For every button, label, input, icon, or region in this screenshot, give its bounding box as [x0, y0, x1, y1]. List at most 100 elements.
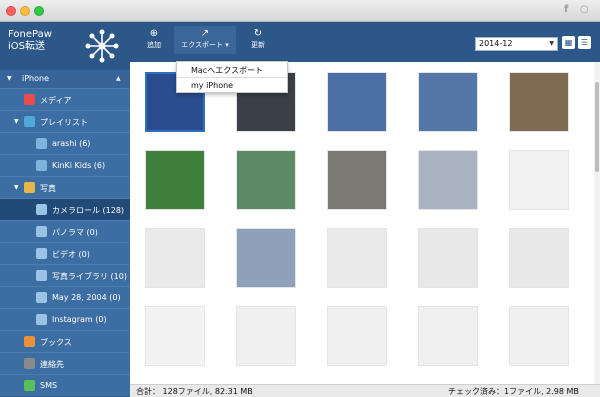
sidebar-item-label: パノラマ (0): [52, 228, 98, 237]
sidebar-item[interactable]: カメラロール (128): [0, 198, 130, 220]
sidebar-item-label: ビデオ (0): [52, 250, 90, 259]
device-expand-icon[interactable]: ▼: [7, 75, 12, 82]
sidebar-item-label: プレイリスト: [40, 118, 88, 127]
eject-icon[interactable]: ▲: [116, 75, 121, 82]
sidebar-item-icon: [24, 94, 35, 105]
sidebar-item-label: May 28, 2004 (0): [52, 293, 121, 302]
photo-thumbnail[interactable]: [509, 228, 569, 288]
zoom-window-button[interactable]: [34, 6, 44, 16]
photo-thumbnail[interactable]: [327, 306, 387, 366]
sidebar-item-icon: [24, 358, 35, 369]
scrollbar-thumb[interactable]: [595, 82, 599, 172]
export-dropdown-menu: Macへエクスポート my iPhone: [176, 61, 288, 93]
sidebar-item[interactable]: SMS: [0, 374, 130, 396]
sidebar-item[interactable]: パノラマ (0): [0, 220, 130, 242]
grid-view-button[interactable]: ▦: [562, 36, 575, 49]
sidebar-item[interactable]: May 28, 2004 (0): [0, 286, 130, 308]
photo-thumbnail[interactable]: [236, 306, 296, 366]
sidebar-item-icon: [24, 182, 35, 193]
dropdown-caret-icon: ▾: [223, 41, 229, 49]
list-view-button[interactable]: ☰: [578, 36, 591, 49]
facebook-icon[interactable]: f: [564, 4, 568, 15]
sidebar-item[interactable]: ブックス: [0, 330, 130, 352]
window-titlebar: f ○: [0, 0, 600, 22]
device-row[interactable]: ▼ iPhone ▲: [0, 70, 130, 88]
sidebar-item[interactable]: 連絡先: [0, 352, 130, 374]
close-window-button[interactable]: [6, 6, 16, 16]
menu-divider: [177, 77, 287, 78]
photo-thumbnail[interactable]: [327, 228, 387, 288]
refresh-button[interactable]: ↻ 更新: [248, 28, 268, 50]
export-icon: ↗: [200, 28, 210, 39]
app-logo-icon: [85, 29, 119, 63]
photo-thumbnail[interactable]: [509, 306, 569, 366]
scrollbar[interactable]: [594, 62, 600, 384]
sidebar-item[interactable]: ▼ 写真: [0, 176, 130, 198]
plus-icon: ⊕: [149, 28, 159, 39]
sidebar-item-label: KinKi Kids (6): [52, 161, 106, 170]
sidebar-item-icon: [24, 380, 35, 391]
sidebar-item-label: SMS: [40, 381, 58, 390]
sidebar-item-label: 写真: [40, 184, 56, 193]
photo-thumbnail[interactable]: [418, 150, 478, 210]
sidebar-item[interactable]: 写真ライブラリ (10): [0, 264, 130, 286]
photo-thumbnail[interactable]: [236, 228, 296, 288]
date-filter-select[interactable]: 2014-12 ▼: [475, 37, 558, 51]
sidebar: FonePaw iOS転送 ▼ iPhone ▲ メディア ▼ プレイリスト aras…: [0, 22, 130, 397]
sidebar-item-icon: [36, 292, 47, 303]
status-bar: 合計： 128ファイル, 82.31 MB チェック済み：1ファイル, 2.98…: [130, 384, 600, 397]
sidebar-item-icon: [36, 138, 47, 149]
sidebar-item-icon: [36, 226, 47, 237]
menu-item-export-mac[interactable]: Macへエクスポート: [191, 65, 263, 76]
sidebar-item-icon: [36, 248, 47, 259]
sidebar-item[interactable]: KinKi Kids (6): [0, 154, 130, 176]
sidebar-item-label: arashi (6): [52, 139, 91, 148]
brand-header: FonePaw iOS転送: [0, 22, 130, 70]
add-label: 追加: [147, 41, 161, 49]
photo-thumbnail[interactable]: [327, 150, 387, 210]
sidebar-item[interactable]: メディア: [0, 88, 130, 110]
sidebar-item-icon: [36, 314, 47, 325]
photo-thumbnail[interactable]: [236, 150, 296, 210]
status-checked: チェック済み：1ファイル, 2.98 MB: [448, 387, 579, 396]
chat-bubble-icon[interactable]: ○: [580, 4, 589, 15]
sidebar-item-label: 連絡先: [40, 360, 64, 369]
photo-thumbnail[interactable]: [418, 228, 478, 288]
photo-thumbnail[interactable]: [145, 150, 205, 210]
refresh-label: 更新: [251, 41, 265, 49]
photo-grid: [130, 62, 600, 384]
sidebar-item[interactable]: arashi (6): [0, 132, 130, 154]
sidebar-item-label: ブックス: [40, 338, 72, 347]
minimize-window-button[interactable]: [20, 6, 30, 16]
sidebar-item-icon: [36, 204, 47, 215]
photo-thumbnail[interactable]: [418, 306, 478, 366]
export-button[interactable]: ↗ エクスポート ▾: [174, 26, 236, 54]
app-title-line2: iOS転送: [8, 41, 45, 52]
chevron-down-icon: ▼: [549, 40, 554, 47]
sidebar-item[interactable]: ▼ プレイリスト: [0, 110, 130, 132]
photo-thumbnail[interactable]: [327, 72, 387, 132]
export-label: エクスポート: [181, 41, 224, 49]
refresh-icon: ↻: [253, 28, 263, 39]
sidebar-item[interactable]: ビデオ (0): [0, 242, 130, 264]
add-button[interactable]: ⊕ 追加: [144, 28, 164, 50]
sidebar-item-icon: [24, 336, 35, 347]
photo-thumbnail[interactable]: [509, 72, 569, 132]
status-total: 合計： 128ファイル, 82.31 MB: [136, 387, 253, 396]
sidebar-item-label: カメラロール (128): [52, 206, 125, 215]
date-filter-value: 2014-12: [479, 39, 513, 48]
photo-thumbnail[interactable]: [145, 228, 205, 288]
expand-icon[interactable]: ▼: [14, 118, 19, 125]
app-title: FonePaw iOS転送: [8, 29, 52, 53]
expand-icon[interactable]: ▼: [14, 184, 19, 191]
app-title-line1: FonePaw: [8, 29, 52, 40]
photo-thumbnail[interactable]: [145, 306, 205, 366]
sidebar-item-icon: [36, 160, 47, 171]
sidebar-item-icon: [36, 270, 47, 281]
photo-thumbnail[interactable]: [418, 72, 478, 132]
menu-item-export-iphone[interactable]: my iPhone: [191, 81, 233, 90]
photo-thumbnail[interactable]: [509, 150, 569, 210]
sidebar-item[interactable]: Instagram (0): [0, 308, 130, 330]
sidebar-item-label: 写真ライブラリ (10): [52, 272, 127, 281]
sidebar-item-label: メディア: [40, 96, 72, 105]
